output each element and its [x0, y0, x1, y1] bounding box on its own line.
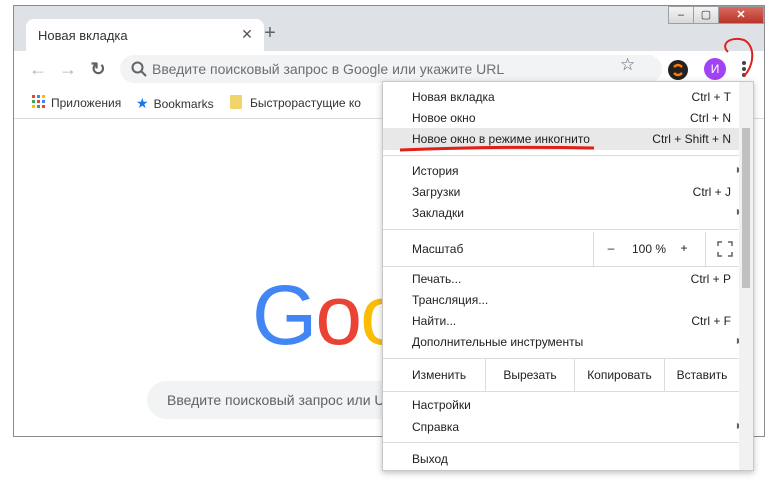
annotation-overlay — [399, 38, 754, 152]
annotation-underline — [399, 145, 595, 152]
annotation-circle — [724, 38, 754, 77]
